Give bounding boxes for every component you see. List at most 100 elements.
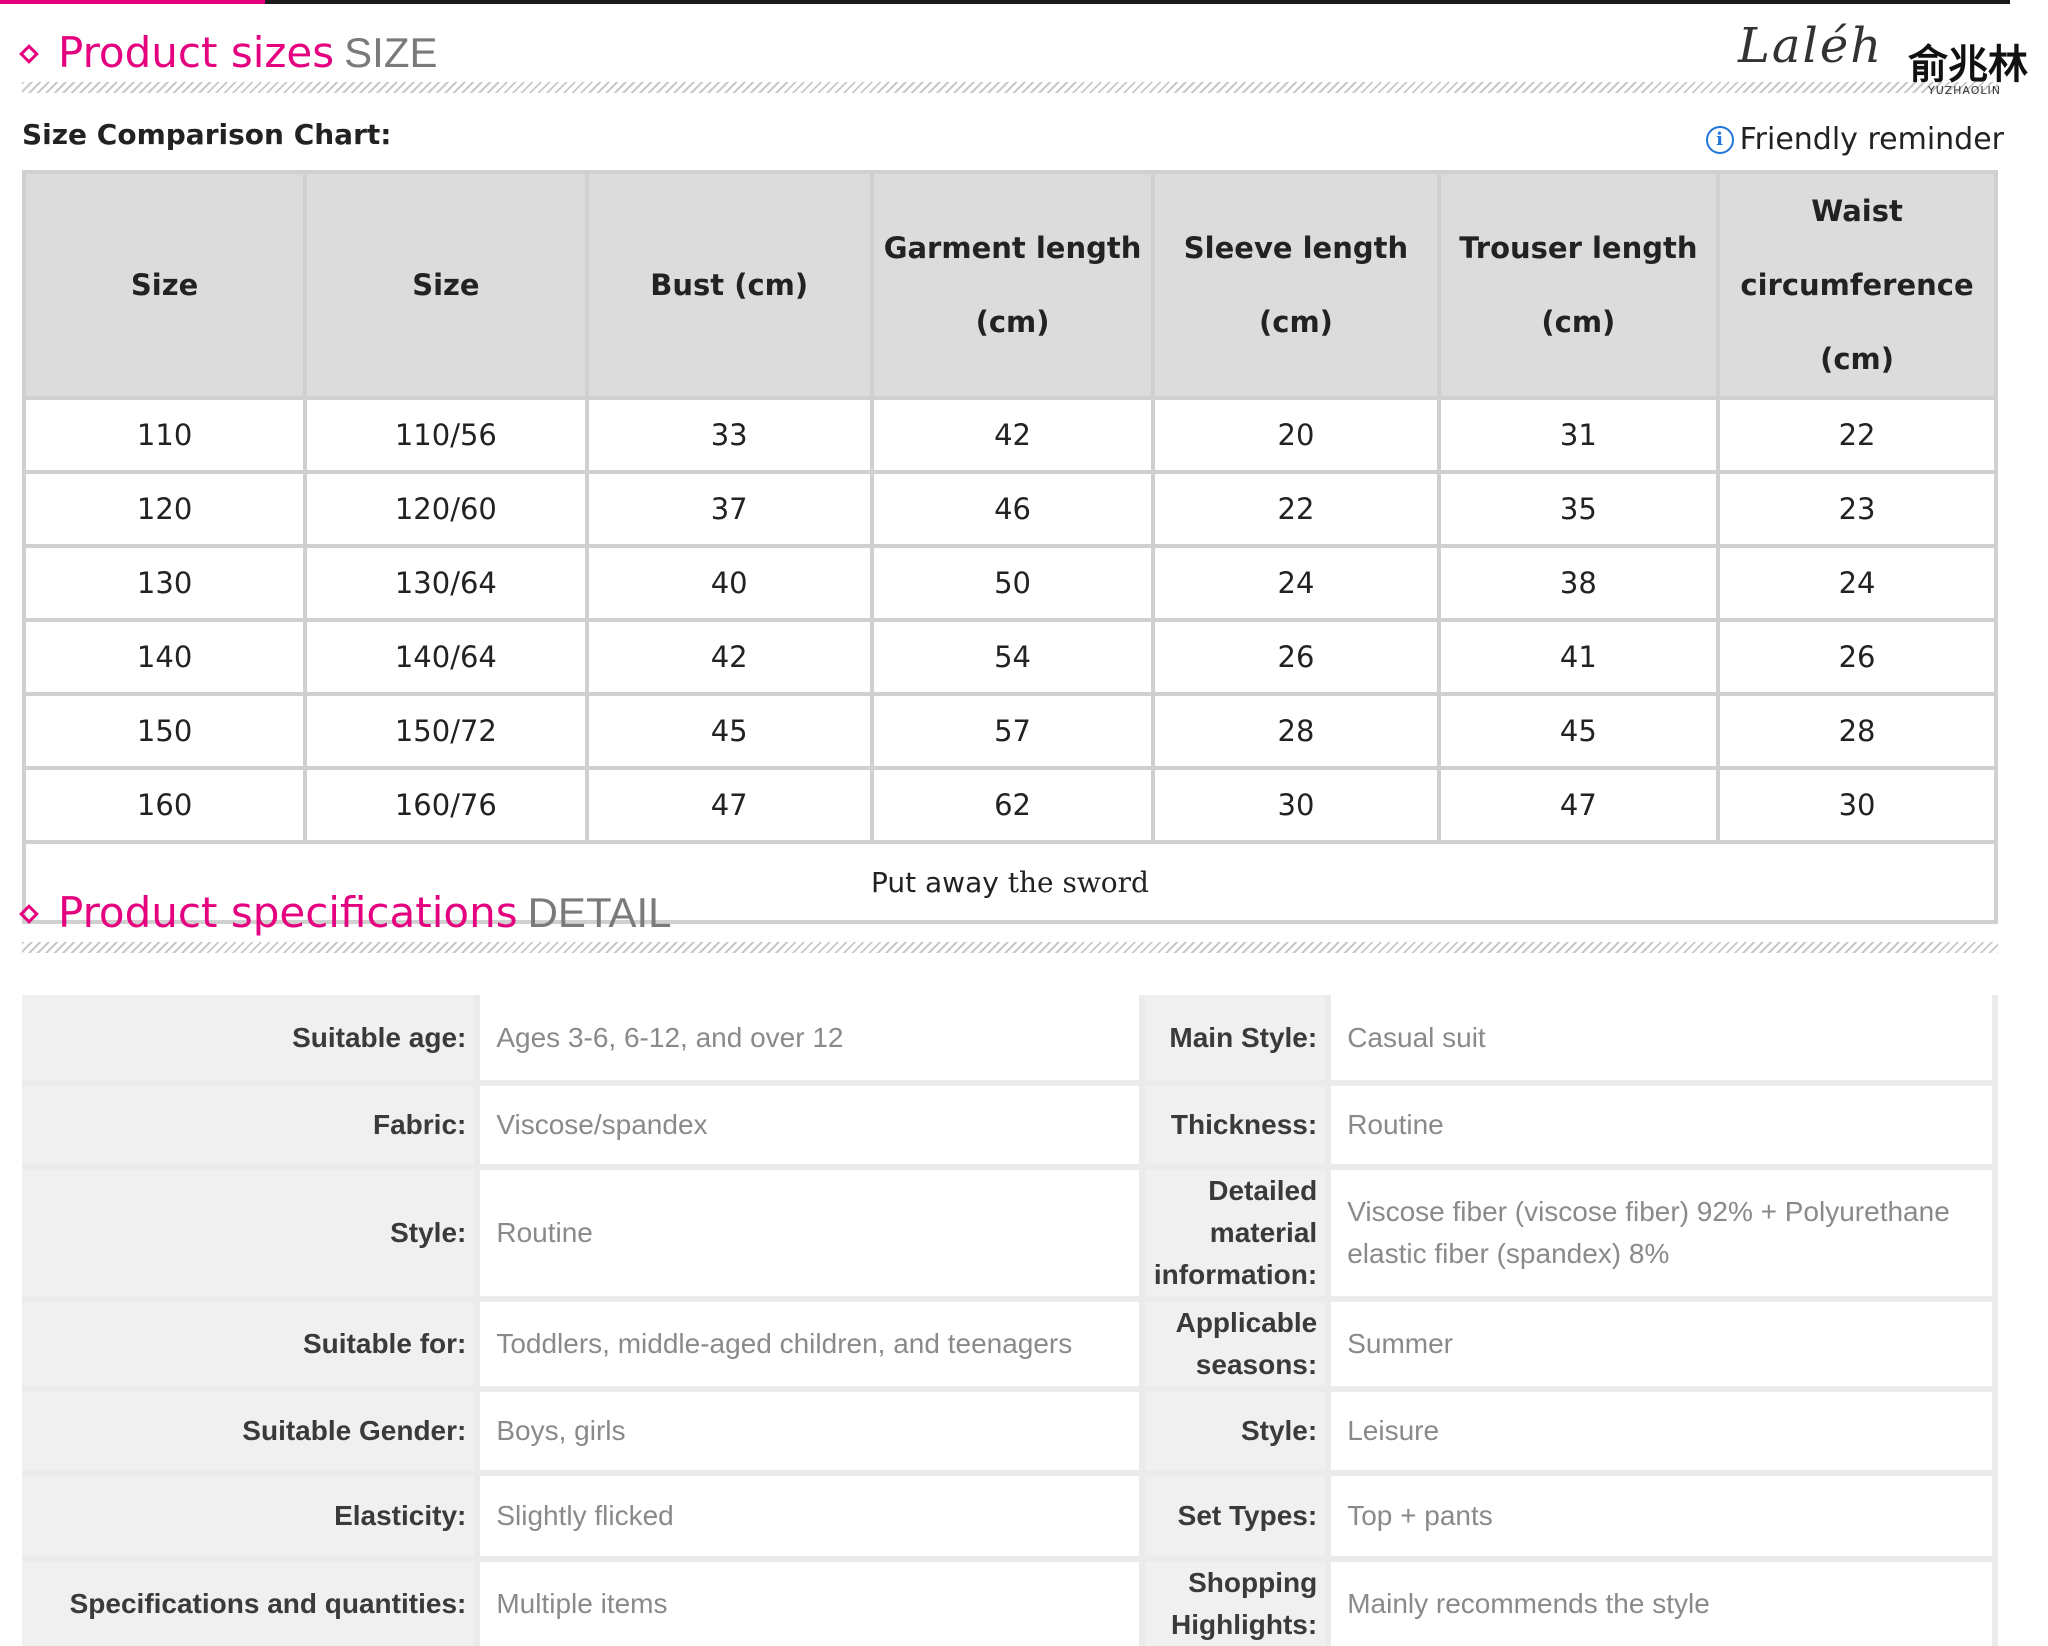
table-cell: 47 <box>584 766 874 844</box>
spec-row: Suitable age: Ages 3-6, 6-12, and over 1… <box>22 995 1998 1086</box>
friendly-reminder[interactable]: i Friendly reminder <box>1705 122 2004 157</box>
table-row: 160 160/76 47 62 30 47 30 <box>21 766 1998 844</box>
table-cell: 28 <box>1716 692 1998 770</box>
table-cell: 110 <box>21 396 308 474</box>
diamond-icon <box>19 904 39 924</box>
table-cell: 37 <box>584 470 874 548</box>
spec-value: Ages 3-6, 6-12, and over 12 <box>474 995 1146 1086</box>
spec-value: Summer <box>1325 1299 1998 1392</box>
note-part-2: the sword <box>1007 865 1149 899</box>
table-cell: 42 <box>584 618 874 696</box>
header-cell: Size <box>21 170 308 400</box>
spec-row: Suitable Gender: Boys, girls Style: Leis… <box>22 1389 1998 1476</box>
spec-key: Fabric: <box>22 1083 478 1170</box>
table-cell: 62 <box>869 766 1156 844</box>
table-cell: 30 <box>1716 766 1998 844</box>
table-cell: 54 <box>869 618 1156 696</box>
spec-value: Boys, girls <box>474 1389 1146 1476</box>
spec-row: Style: Routine Detailed material informa… <box>22 1167 1998 1302</box>
header-cell: Sleeve length (cm) <box>1151 170 1441 400</box>
table-cell: 20 <box>1151 396 1441 474</box>
spec-value: Routine <box>474 1167 1146 1302</box>
table-cell: 23 <box>1716 470 1998 548</box>
spec-value: Top + pants <box>1325 1473 1998 1562</box>
spec-key: Detailed material information: <box>1142 1167 1329 1302</box>
specs-section-header: Product specifications DETAIL <box>19 888 672 937</box>
spec-value: Viscose fiber (viscose fiber) 92% + Poly… <box>1325 1167 1998 1302</box>
spec-key: Suitable for: <box>22 1299 478 1392</box>
logo-script: Laléh <box>1738 18 1884 74</box>
specs-section-subtitle: DETAIL <box>527 889 672 936</box>
table-row: 130 130/64 40 50 24 38 24 <box>21 544 1998 622</box>
spec-key: Thickness: <box>1142 1083 1329 1170</box>
header-cell: Waist circumference (cm) <box>1716 170 1998 400</box>
table-cell: 42 <box>869 396 1156 474</box>
table-cell: 22 <box>1716 396 1998 474</box>
spec-value: Toddlers, middle-aged children, and teen… <box>474 1299 1146 1392</box>
spec-row: Elasticity: Slightly flicked Set Types: … <box>22 1473 1998 1562</box>
spec-key: Suitable Gender: <box>22 1389 478 1476</box>
table-cell: 35 <box>1436 470 1721 548</box>
table-cell: 130/64 <box>303 544 589 622</box>
table-cell: 50 <box>869 544 1156 622</box>
spec-key: Applicable seasons: <box>1142 1299 1329 1392</box>
table-cell: 150/72 <box>303 692 589 770</box>
hatch-divider <box>22 82 1998 93</box>
spec-value: Leisure <box>1325 1389 1998 1476</box>
spec-row: Specifications and quantities: Multiple … <box>22 1559 1998 1646</box>
table-cell: 47 <box>1436 766 1721 844</box>
table-cell: 130 <box>21 544 308 622</box>
table-cell: 24 <box>1151 544 1441 622</box>
sizes-section-subtitle: SIZE <box>344 29 438 76</box>
spec-value: Slightly flicked <box>474 1473 1146 1562</box>
sizes-section-title: Product sizes <box>58 28 335 77</box>
spec-value: Routine <box>1325 1083 1998 1170</box>
table-cell: 24 <box>1716 544 1998 622</box>
diamond-icon <box>19 44 39 64</box>
table-cell: 40 <box>584 544 874 622</box>
table-cell: 57 <box>869 692 1156 770</box>
table-cell: 45 <box>584 692 874 770</box>
sizes-section-header: Product sizes SIZE <box>19 28 438 77</box>
spec-key: Suitable age: <box>22 995 478 1086</box>
table-cell: 45 <box>1436 692 1721 770</box>
note-part-1: Put away <box>871 865 999 899</box>
size-chart-label: Size Comparison Chart: <box>22 118 392 151</box>
table-cell: 38 <box>1436 544 1721 622</box>
table-cell: 22 <box>1151 470 1441 548</box>
spec-key: Specifications and quantities: <box>22 1559 478 1646</box>
spec-value: Viscose/spandex <box>474 1083 1146 1170</box>
table-cell: 140 <box>21 618 308 696</box>
reminder-label: Friendly reminder <box>1739 122 2004 157</box>
table-cell: 41 <box>1436 618 1721 696</box>
table-cell: 28 <box>1151 692 1441 770</box>
table-row: 120 120/60 37 46 22 35 23 <box>21 470 1998 548</box>
table-row: 150 150/72 45 57 28 45 28 <box>21 692 1998 770</box>
table-cell: 26 <box>1151 618 1441 696</box>
table-cell: 46 <box>869 470 1156 548</box>
spec-key: Shopping Highlights: <box>1142 1559 1329 1646</box>
hatch-divider <box>22 942 1998 953</box>
spec-table: Suitable age: Ages 3-6, 6-12, and over 1… <box>22 995 1998 1646</box>
table-cell: 26 <box>1716 618 1998 696</box>
table-cell: 30 <box>1151 766 1441 844</box>
size-table: Size Size Bust (cm) Garment length (cm) … <box>21 170 1998 924</box>
table-cell: 31 <box>1436 396 1721 474</box>
spec-key: Set Types: <box>1142 1473 1329 1562</box>
size-table-header-row: Size Size Bust (cm) Garment length (cm) … <box>21 170 1998 400</box>
top-divider <box>0 0 2010 4</box>
table-cell: 120/60 <box>303 470 589 548</box>
table-cell: 140/64 <box>303 618 589 696</box>
header-cell: Bust (cm) <box>584 170 874 400</box>
header-cell: Size <box>303 170 589 400</box>
spec-key: Style: <box>22 1167 478 1302</box>
logo-english: YUZHAOLIN <box>1928 84 2001 97</box>
info-icon: i <box>1705 125 1734 154</box>
spec-row: Fabric: Viscose/spandex Thickness: Routi… <box>22 1083 1998 1170</box>
specs-section-title: Product specifications <box>58 888 518 937</box>
table-cell: 33 <box>584 396 874 474</box>
table-cell: 160/76 <box>303 766 589 844</box>
top-divider-accent <box>0 0 265 4</box>
brand-logo: Laléh 俞兆林 YUZHAOLIN <box>1738 8 2038 100</box>
table-cell: 160 <box>21 766 308 844</box>
